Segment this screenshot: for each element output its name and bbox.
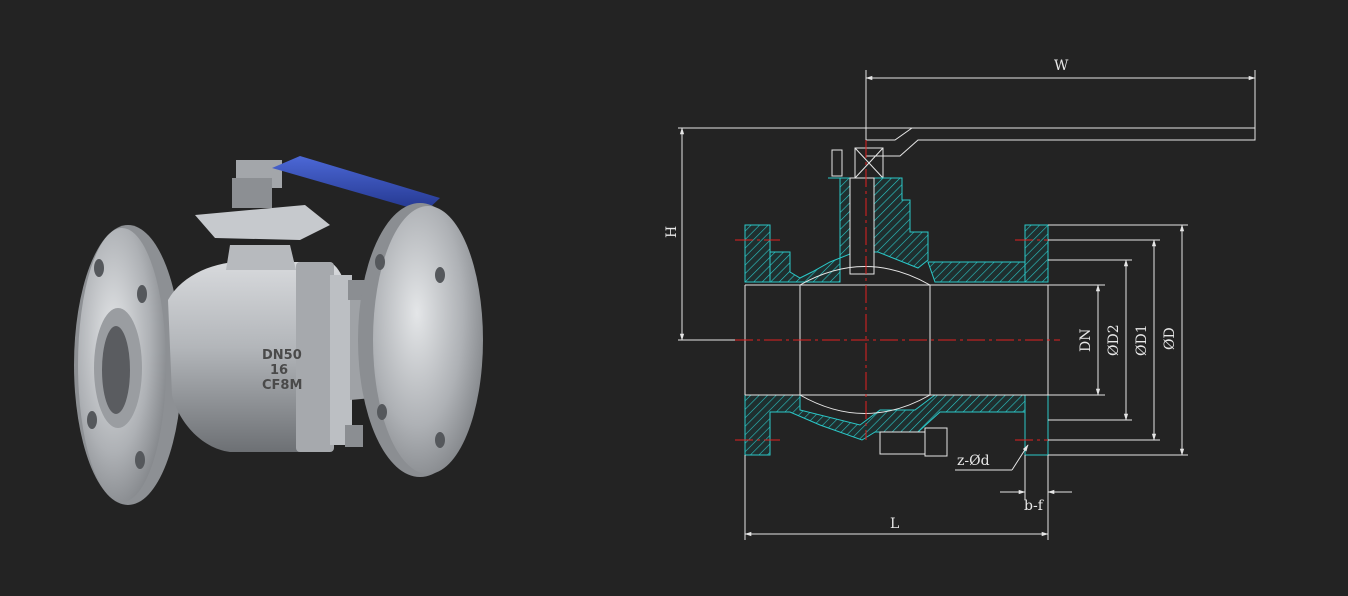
label-bolt-holes: z-Ød [957, 453, 990, 469]
label-l: L [890, 516, 899, 532]
label-h: H [664, 226, 680, 238]
left-flange [74, 225, 182, 505]
label-w: W [1054, 58, 1069, 74]
right-flange [358, 203, 483, 477]
valve-figure: DN50 16 CF8M W H L DN ØD2 ØD1 ØD z-Ød b-… [74, 58, 1256, 540]
label-d1: ØD1 [1134, 324, 1150, 356]
dim-w [865, 70, 1256, 140]
label-d: ØD [1162, 327, 1178, 350]
marking-line-1: DN50 [262, 348, 302, 363]
marking-line-2: 16 [270, 363, 288, 378]
label-flange-thickness: b-f [1024, 498, 1045, 514]
label-dn: DN [1078, 329, 1094, 352]
drawing-handle [866, 127, 1256, 157]
dim-flange-thickness [1000, 455, 1072, 500]
marking-line-3: CF8M [262, 378, 302, 393]
right-flange-upper [1024, 224, 1049, 283]
section-drawing [678, 70, 1256, 540]
body-lower [744, 394, 1049, 456]
body-bolt [879, 431, 926, 455]
label-d2: ØD2 [1106, 324, 1122, 356]
valve-photo: DN50 16 CF8M [74, 156, 483, 505]
left-flange-upper [744, 224, 771, 283]
